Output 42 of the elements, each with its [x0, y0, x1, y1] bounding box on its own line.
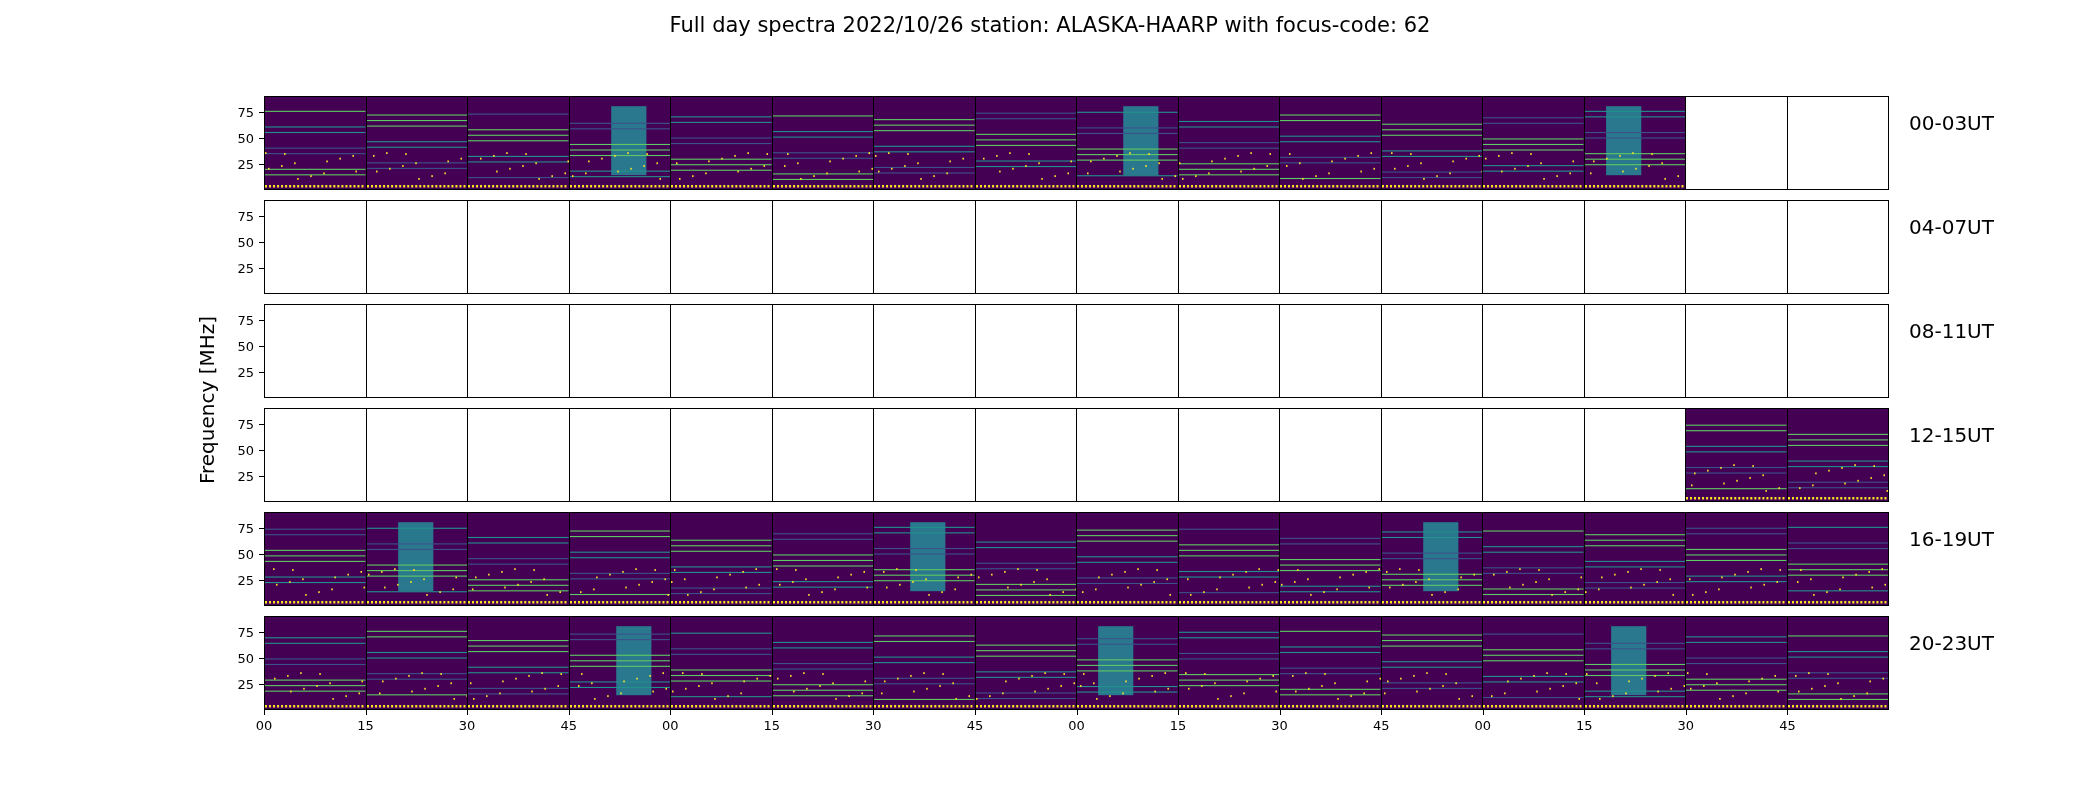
- x-tick-label: 30: [865, 717, 882, 735]
- y-tick-label: 75: [237, 625, 254, 639]
- y-tick-label: 75: [237, 105, 254, 119]
- x-tick-label: 45: [1372, 717, 1390, 735]
- row-time-label: 12-15UT: [1909, 423, 1994, 447]
- x-tick-label: 30: [1271, 717, 1288, 735]
- y-tick-label: 50: [237, 651, 254, 665]
- x-tick-label: 00: [662, 717, 679, 735]
- x-tick-label: 30: [458, 717, 476, 735]
- y-axis-label: Frequency [MHz]: [194, 315, 220, 485]
- x-tick-label: 15: [1576, 717, 1593, 735]
- x-tick-label: 45: [1779, 717, 1796, 735]
- y-tick-label: 50: [237, 235, 254, 249]
- y-tick-label: 25: [237, 469, 254, 483]
- y-tick-label: 50: [237, 547, 254, 561]
- y-tick-label: 25: [237, 365, 254, 379]
- row-time-label: 00-03UT: [1909, 111, 1994, 135]
- x-tick-label: 30: [1677, 717, 1695, 735]
- y-tick-label: 75: [237, 313, 254, 327]
- row-time-label: 08-11UT: [1909, 319, 1994, 343]
- y-tick-label: 75: [237, 417, 254, 431]
- y-tick-label: 75: [237, 521, 254, 535]
- x-tick-label: 45: [966, 717, 984, 735]
- figure-title: Full day spectra 2022/10/26 station: ALASKA-HAARP with focus-code: 62: [669, 12, 1431, 38]
- row-time-label: 16-19UT: [1909, 527, 1994, 551]
- x-tick-label: 15: [357, 717, 374, 735]
- x-tick-label: 00: [1474, 717, 1491, 735]
- x-tick-label: 00: [1068, 717, 1085, 735]
- y-tick-label: 50: [237, 443, 254, 457]
- x-tick-label: 15: [1169, 717, 1187, 735]
- y-tick-label: 25: [237, 573, 254, 587]
- x-tick-label: 00: [255, 717, 273, 735]
- x-tick-label: 15: [763, 717, 781, 735]
- y-tick-label: 50: [237, 339, 254, 353]
- y-tick-label: 75: [237, 209, 254, 223]
- y-tick-label: 25: [237, 157, 254, 171]
- y-tick-label: 25: [237, 261, 254, 275]
- row-time-label: 20-23UT: [1909, 631, 1994, 655]
- x-tick-label: 45: [560, 717, 577, 735]
- y-tick-label: 25: [237, 677, 254, 691]
- y-tick-label: 50: [237, 131, 254, 145]
- row-time-label: 04-07UT: [1909, 215, 1994, 239]
